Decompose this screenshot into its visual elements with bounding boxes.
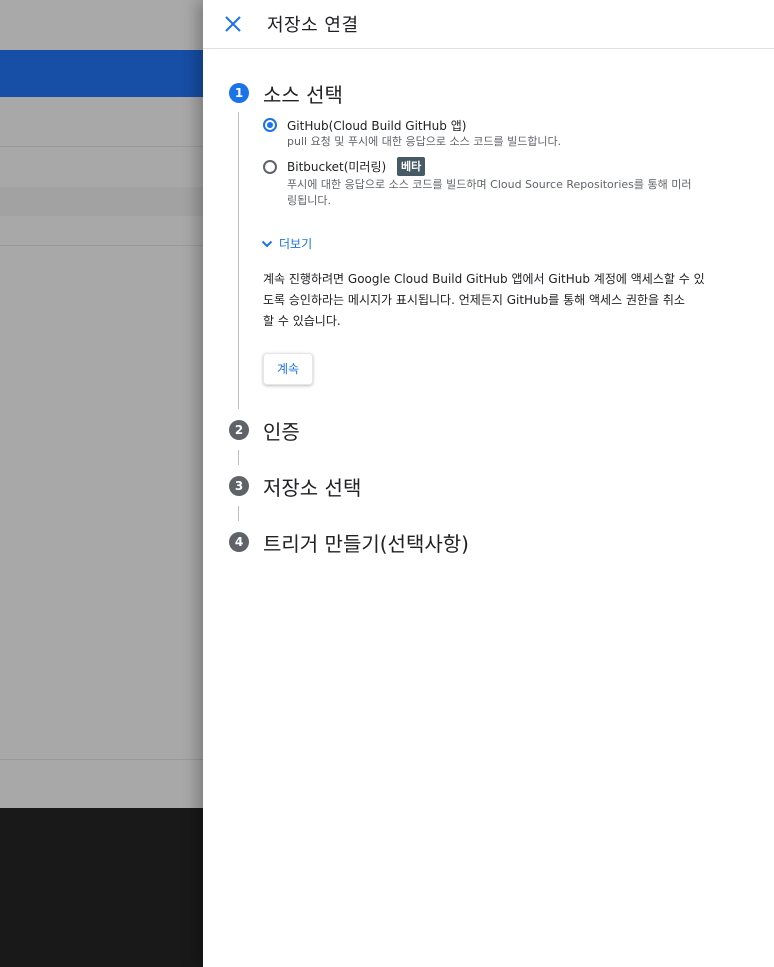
continue-button[interactable]: 계속: [263, 353, 313, 385]
beta-badge: 베타: [397, 157, 426, 176]
bitbucket-option-label: Bitbucket(미러링): [287, 160, 387, 174]
step-connector: [238, 506, 239, 521]
background-top: [0, 0, 203, 50]
background-page: [0, 0, 203, 967]
chevron-down-icon: [261, 240, 273, 247]
background-band: [0, 187, 203, 216]
github-radio[interactable]: [263, 118, 277, 132]
step-3-number: 3: [229, 476, 249, 496]
step-1-number: 1: [229, 83, 249, 103]
background-divider: [0, 146, 203, 147]
close-button[interactable]: [219, 10, 247, 38]
background-divider: [0, 245, 203, 246]
step-connector: [238, 112, 239, 409]
github-option-description: pull 요청 및 푸시에 대한 응답으로 소스 코드를 빌드합니다.: [287, 135, 562, 148]
step-connector: [238, 450, 239, 465]
panel-header: 저장소 연결: [203, 0, 774, 49]
background-footer: [0, 808, 203, 967]
background-divider: [0, 759, 203, 760]
github-option-label: GitHub(Cloud Build GitHub 앱): [287, 119, 467, 133]
close-icon: [225, 16, 241, 32]
connect-repository-panel: 저장소 연결 1 소스 선택 GitHub(Cloud Build GitHub…: [203, 0, 774, 967]
step-4-number: 4: [229, 532, 249, 552]
step-1-title: 소스 선택: [263, 83, 343, 107]
background-header-bar: [0, 50, 203, 97]
step-2-number: 2: [229, 420, 249, 440]
step-3-title: 저장소 선택: [263, 476, 362, 500]
authorization-info-text: 계속 진행하려면 Google Cloud Build GitHub 앱에서 G…: [263, 272, 705, 328]
step-2-title: 인증: [263, 420, 300, 444]
step-4-title: 트리거 만들기(선택사항): [263, 532, 469, 556]
show-more-link[interactable]: 더보기: [261, 235, 312, 252]
bitbucket-option-description: 푸시에 대한 응답으로 소스 코드를 빌드하며 Cloud Source Rep…: [287, 178, 692, 207]
bitbucket-radio[interactable]: [263, 160, 277, 174]
panel-title: 저장소 연결: [267, 15, 359, 36]
